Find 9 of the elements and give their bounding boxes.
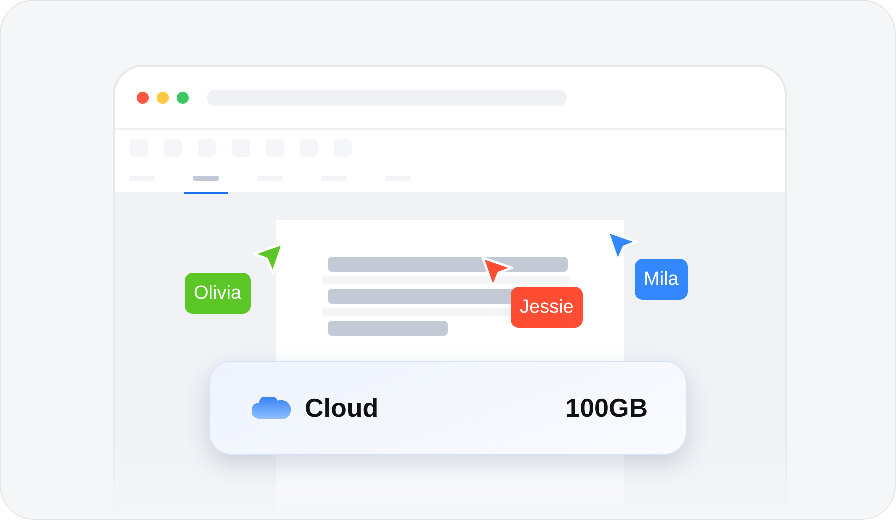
user-name-tag: Olivia [185, 273, 251, 314]
minimize-dot-icon[interactable] [157, 92, 169, 104]
storage-size: 100GB [566, 392, 648, 424]
cloud-icon [252, 397, 292, 419]
storage-label: Cloud [305, 392, 379, 424]
user-name-tag: Mila [635, 259, 688, 300]
user-name-tag: Jessie [511, 287, 583, 328]
close-dot-icon[interactable] [137, 92, 149, 104]
maximize-dot-icon[interactable] [177, 92, 189, 104]
